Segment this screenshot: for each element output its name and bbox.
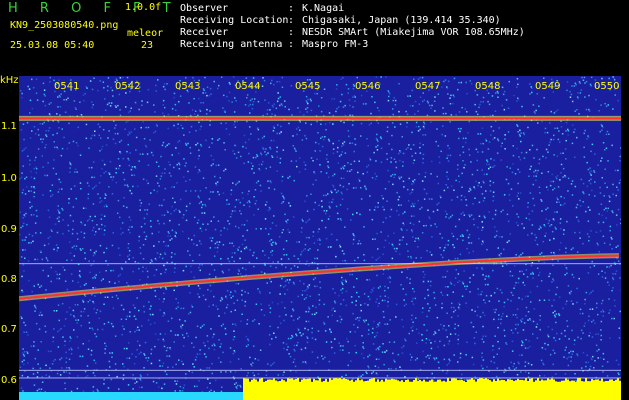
reference-line-1 [19, 369, 621, 371]
time-label-0544: 0544 [235, 81, 261, 92]
time-label-0550: 0550 [594, 81, 620, 92]
time-label-0541: 0541 [54, 81, 80, 92]
station-info: Observer: K.Nagai Receiving Location: Ch… [180, 3, 525, 51]
drift-signal-halo [19, 253, 620, 302]
y-label-0-9: 0.9 [1, 224, 17, 235]
date-time: 25.03.08 05:40 [10, 40, 95, 51]
info-value: Chigasaki, Japan (139.414 35.340) [302, 15, 501, 26]
info-row-antenna: Receiving antenna: Maspro FM-3 [180, 39, 369, 50]
detection-count: 23 [141, 40, 154, 51]
info-key: Observer [180, 3, 229, 14]
time-label-0548: 0548 [475, 81, 501, 92]
y-label-1-1: 1.1 [1, 121, 17, 132]
y-label-1-0: 1.0 [1, 173, 17, 184]
time-label-0545: 0545 [295, 81, 321, 92]
info-key: Receiving Location [180, 15, 289, 26]
spectrogram-canvas [19, 76, 621, 400]
noise-floor-right [243, 378, 621, 400]
y-label-0-6: 0.6 [1, 375, 17, 386]
info-key: Receiving antenna [180, 39, 283, 50]
info-value: NESDR SMArt (Miakejima VOR 108.65MHz) [302, 27, 525, 38]
time-label-0549: 0549 [535, 81, 561, 92]
info-value: K.Nagai [302, 3, 345, 14]
time-label-0542: 0542 [115, 81, 141, 92]
mode-label: meleor [127, 28, 164, 39]
spectrogram-plot [19, 76, 621, 400]
time-label-0547: 0547 [415, 81, 441, 92]
info-key: Receiver [180, 27, 229, 38]
info-value: Maspro FM-3 [302, 39, 369, 50]
noise-floor-left [19, 392, 243, 400]
frequency-unit-label: kHz [0, 75, 19, 86]
time-label-0543: 0543 [175, 81, 201, 92]
time-label-0546: 0546 [355, 81, 381, 92]
info-row-location: Receiving Location: Chigasaki, Japan (13… [180, 15, 501, 26]
y-label-0-7: 0.7 [1, 324, 17, 335]
file-name: KN9_2503080540.png [10, 20, 119, 31]
version-label: 1.0.0f [125, 2, 162, 13]
header-panel: H R O F F T 1.0.0f KN9_2503080540.png me… [0, 0, 629, 76]
info-row-receiver: Receiver: NESDR SMArt (Miakejima VOR 108… [180, 27, 525, 38]
info-row-observer: Observer: K.Nagai [180, 3, 345, 14]
reference-line-0 [19, 263, 621, 265]
carrier-line [19, 117, 621, 120]
right-margin [621, 76, 629, 400]
y-label-0-8: 0.8 [1, 274, 17, 285]
